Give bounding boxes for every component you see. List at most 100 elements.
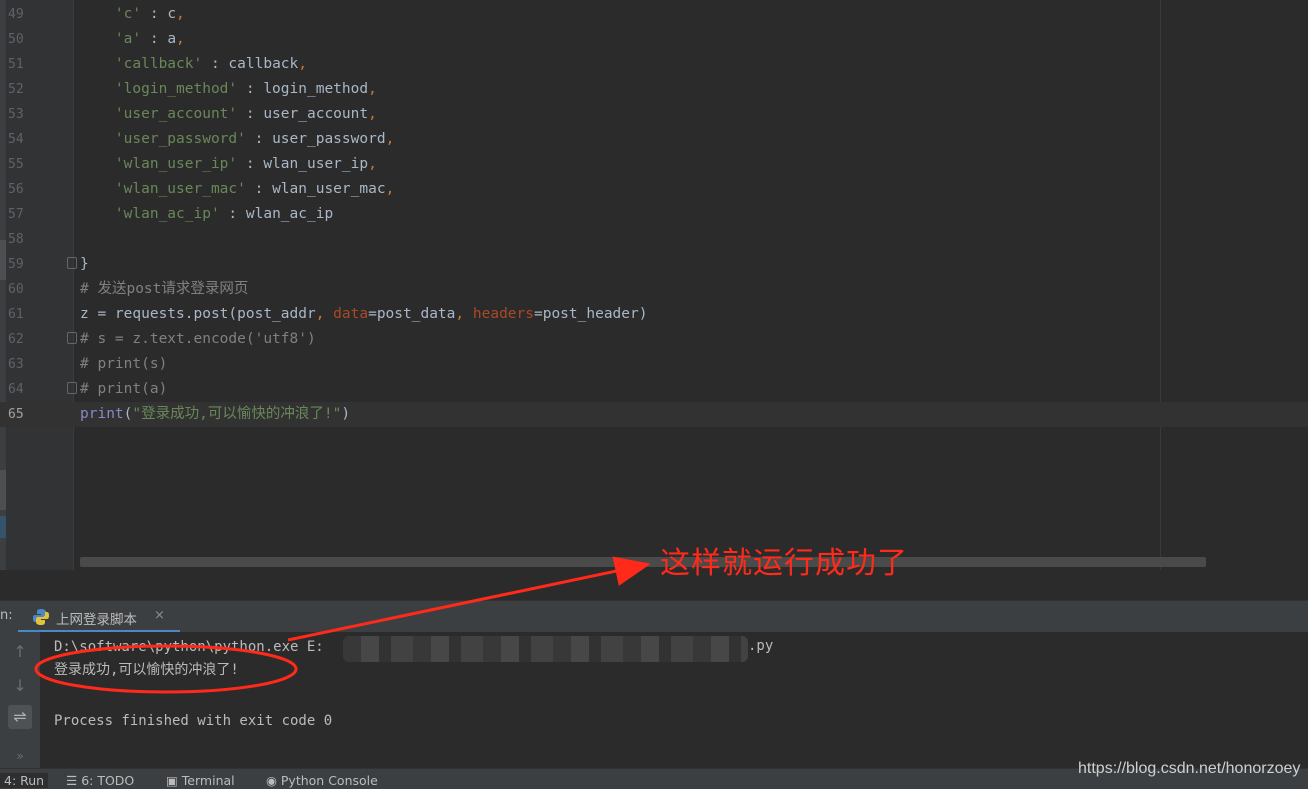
code-line[interactable]: 60 # 发送post请求登录网页 — [0, 277, 1308, 302]
code-token: data — [333, 306, 369, 322]
code-text: # print(s) — [80, 352, 167, 377]
code-text: } — [80, 252, 89, 277]
fold-marker-icon[interactable] — [67, 257, 77, 269]
arrow-down-icon[interactable]: ↓ — [8, 674, 32, 698]
tab-python-console[interactable]: ◉ Python Console — [266, 773, 378, 788]
tab-terminal[interactable]: ▣ Terminal — [166, 773, 235, 788]
line-number: 52 — [8, 82, 24, 97]
code-line[interactable]: 64 # print(a) — [0, 377, 1308, 402]
line-number: 64 — [8, 382, 24, 397]
code-line[interactable]: 54 'user_password' : user_password, — [0, 127, 1308, 152]
code-token: , — [455, 306, 473, 322]
code-line[interactable]: 51 'callback' : callback, — [0, 52, 1308, 77]
code-text: print("登录成功,可以愉快的冲浪了!") — [80, 402, 350, 427]
code-token: , — [368, 156, 377, 172]
code-line[interactable]: 65 print("登录成功,可以愉快的冲浪了!") — [0, 402, 1308, 427]
fold-marker-icon[interactable] — [67, 382, 77, 394]
code-token: 'a' — [114, 31, 142, 47]
code-line[interactable]: 53 'user_account' : user_account, — [0, 102, 1308, 127]
code-token: 'callback' — [114, 56, 203, 72]
run-toolbar: ↑ ↓ ⇌ » — [0, 632, 40, 768]
code-token: , — [176, 6, 185, 22]
code-token: # print(s) — [80, 356, 168, 372]
code-token: : callback — [202, 56, 299, 72]
code-text: 'callback' : callback, — [80, 52, 307, 77]
code-token: headers — [472, 306, 534, 322]
tab-todo[interactable]: ☰ 6: TODO — [66, 773, 134, 788]
run-tab[interactable]: 上网登录脚本 × — [18, 601, 180, 633]
code-token: # s = z.text.encode('utf8') — [80, 331, 316, 347]
code-line[interactable]: 63 # print(s) — [0, 352, 1308, 377]
code-token: z = requests.post(post_addr — [80, 306, 316, 322]
line-number: 54 — [8, 132, 24, 147]
more-icon[interactable]: » — [8, 744, 32, 768]
line-number: 65 — [8, 407, 24, 422]
code-line[interactable]: 49 'c' : c, — [0, 2, 1308, 27]
code-token: 'login_method' — [114, 81, 238, 97]
code-text: # s = z.text.encode('utf8') — [80, 327, 316, 352]
code-token: 'user_password' — [114, 131, 246, 147]
code-text: z = requests.post(post_addr, data=post_d… — [80, 302, 647, 327]
annotation-text: 这样就运行成功了 — [660, 546, 908, 581]
code-token: : wlan_user_ip — [237, 156, 369, 172]
code-line[interactable]: 58 — [0, 227, 1308, 252]
command-line: D:\software\python\python.exe E: — [54, 639, 324, 655]
code-token: # 发送post请求登录网页 — [80, 281, 249, 297]
code-token: 'user_account' — [114, 106, 238, 122]
code-token: } — [80, 256, 89, 272]
code-line[interactable]: 55 'wlan_user_ip' : wlan_user_ip, — [0, 152, 1308, 177]
line-number: 61 — [8, 307, 24, 322]
code-token: 'wlan_ac_ip' — [114, 206, 220, 222]
code-editor[interactable]: 49 'c' : c, 50 'a' : a, 51 'callback' : ca… — [0, 0, 1308, 598]
code-token: 'wlan_user_mac' — [114, 181, 246, 197]
run-console[interactable]: ↑ ↓ ⇌ » D:\software\python\python.exe E:… — [0, 632, 1308, 768]
arrow-up-icon[interactable]: ↑ — [8, 640, 32, 664]
code-token: =post_data — [368, 306, 456, 322]
code-token: , — [385, 131, 395, 147]
code-text: 'wlan_user_mac' : wlan_user_mac, — [80, 177, 394, 202]
tab-run[interactable]: 4: Run — [0, 773, 49, 788]
line-number: 63 — [8, 357, 24, 372]
code-token: # print(a) — [80, 381, 168, 397]
code-text: 'wlan_ac_ip' : wlan_ac_ip — [80, 202, 333, 227]
code-token: : wlan_ac_ip — [219, 206, 334, 222]
tab-terminal-label: Terminal — [181, 773, 235, 788]
code-line[interactable]: 50 'a' : a, — [0, 27, 1308, 52]
code-text: 'wlan_user_ip' : wlan_user_ip, — [80, 152, 377, 177]
code-token: : user_account — [237, 106, 369, 122]
code-text: 'c' : c, — [80, 2, 185, 27]
line-number: 53 — [8, 107, 24, 122]
code-line[interactable]: 62 # s = z.text.encode('utf8') — [0, 327, 1308, 352]
code-line[interactable]: 56 'wlan_user_mac' : wlan_user_mac, — [0, 177, 1308, 202]
line-number: 49 — [8, 7, 24, 22]
soft-wrap-icon[interactable]: ⇌ — [8, 705, 32, 729]
code-line[interactable]: 59} — [0, 252, 1308, 277]
code-token: "登录成功,可以愉快的冲浪了!" — [132, 406, 342, 422]
close-icon[interactable]: × — [154, 608, 165, 623]
code-token: , — [315, 306, 334, 322]
line-number: 62 — [8, 332, 24, 347]
code-line[interactable]: 57 'wlan_ac_ip' : wlan_ac_ip — [0, 202, 1308, 227]
line-number: 51 — [8, 57, 24, 72]
code-line[interactable]: 61 z = requests.post(post_addr, data=post… — [0, 302, 1308, 327]
code-text: # 发送post请求登录网页 — [80, 277, 248, 302]
code-token: : user_password — [245, 131, 386, 147]
line-number: 50 — [8, 32, 24, 47]
horizontal-scrollbar[interactable] — [80, 557, 1206, 567]
fold-marker-icon[interactable] — [67, 332, 77, 344]
exit-line: Process finished with exit code 0 — [54, 713, 333, 729]
code-text: # print(a) — [80, 377, 167, 402]
tab-python-console-label: Python Console — [280, 773, 378, 788]
line-number: 56 — [8, 182, 24, 197]
code-line[interactable]: 52 'login_method' : login_method, — [0, 77, 1308, 102]
line-number: 57 — [8, 207, 24, 222]
code-token: , — [298, 56, 307, 72]
line-number: 55 — [8, 157, 24, 172]
